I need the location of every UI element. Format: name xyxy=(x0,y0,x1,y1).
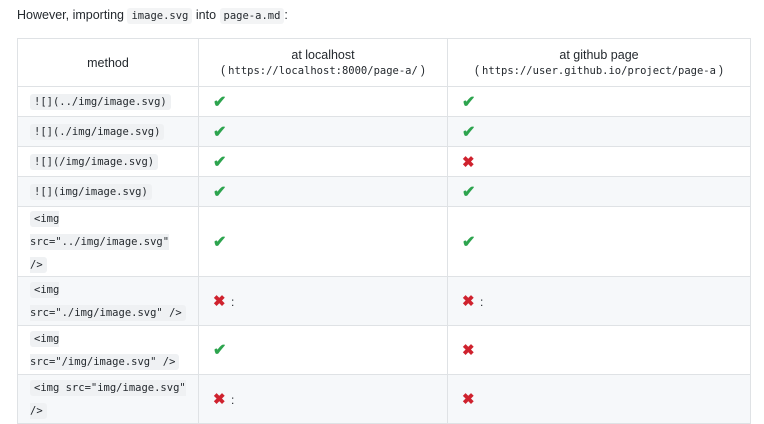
heavy-multiplication-x-icon: ✖ xyxy=(213,391,226,408)
result-cell-localhost: ✖: xyxy=(198,374,448,424)
method-code: <img src="/img/image.svg" /> xyxy=(30,331,180,370)
results-table: method at localhost ( https://localhost:… xyxy=(17,38,751,424)
inline-code-image-svg: image.svg xyxy=(127,8,193,24)
heavy-check-mark-icon: ✔ xyxy=(462,93,476,111)
table-row: <img src="/img/image.svg" /> ✔ ✖ xyxy=(17,325,751,375)
method-cell: <img src="./img/image.svg" /> xyxy=(17,276,199,326)
result-cell-localhost: ✔ xyxy=(198,176,448,207)
intro-prefix: However, importing xyxy=(17,8,124,22)
heavy-check-mark-icon: ✔ xyxy=(462,123,476,141)
table-row: <img src="../img/image.svg" /> ✔ ✔ xyxy=(17,206,751,277)
heavy-check-mark-icon: ✔ xyxy=(213,342,227,359)
result-cell-github: ✖: xyxy=(447,276,751,326)
table-row: ![](/img/image.svg) ✔ ✖ xyxy=(17,146,751,177)
method-cell: ![](/img/image.svg) xyxy=(17,146,199,177)
result-note: : xyxy=(231,393,235,407)
table-header-row: method at localhost ( https://localhost:… xyxy=(17,38,751,87)
result-cell-localhost: ✖: xyxy=(198,276,448,326)
result-note: : xyxy=(480,295,484,309)
method-cell: ![](./img/image.svg) xyxy=(17,116,199,147)
method-code: ![](/img/image.svg) xyxy=(30,154,159,170)
header-localhost: at localhost ( https://localhost:8000/pa… xyxy=(198,38,448,87)
heavy-check-mark-icon: ✔ xyxy=(462,183,476,201)
result-cell-localhost: ✔ xyxy=(198,325,448,375)
result-cell-github: ✖ xyxy=(447,325,751,375)
header-github-url-line: ( https://user.github.io/project/page-a … xyxy=(460,65,738,77)
method-cell: ![](img/image.svg) xyxy=(17,176,199,207)
table-row: <img src="img/image.svg" /> ✖: ✖ xyxy=(17,374,751,424)
header-method-label: method xyxy=(87,55,129,70)
result-note: : xyxy=(231,295,235,309)
result-cell-localhost: ✔ xyxy=(198,86,448,117)
heavy-multiplication-x-icon: ✖ xyxy=(462,153,475,171)
result-cell-github: ✖ xyxy=(447,146,751,177)
paren-close: ) xyxy=(417,65,425,77)
table-row: ![](../img/image.svg) ✔ ✔ xyxy=(17,86,751,117)
method-code: <img src="./img/image.svg" /> xyxy=(30,282,186,321)
result-cell-github: ✔ xyxy=(447,86,751,117)
header-localhost-url: https://localhost:8000/page-a/ xyxy=(228,65,418,77)
result-cell-github: ✔ xyxy=(447,116,751,147)
method-cell: <img src="img/image.svg" /> xyxy=(17,374,199,424)
result-cell-github: ✔ xyxy=(447,206,751,277)
header-github-label: at github page xyxy=(559,48,639,62)
header-localhost-label: at localhost xyxy=(291,48,355,62)
heavy-check-mark-icon: ✔ xyxy=(213,123,227,141)
heavy-check-mark-icon: ✔ xyxy=(213,93,227,111)
heavy-check-mark-icon: ✔ xyxy=(213,183,227,201)
result-cell-github: ✖ xyxy=(447,374,751,424)
heavy-multiplication-x-icon: ✖ xyxy=(462,293,475,310)
intro-middle: into xyxy=(195,8,217,22)
result-cell-localhost: ✔ xyxy=(198,146,448,177)
heavy-check-mark-icon: ✔ xyxy=(213,153,227,171)
heavy-multiplication-x-icon: ✖ xyxy=(462,391,475,408)
table-row: <img src="./img/image.svg" /> ✖: ✖: xyxy=(17,276,751,326)
header-github: at github page ( https://user.github.io/… xyxy=(447,38,751,87)
heavy-check-mark-icon: ✔ xyxy=(213,233,227,251)
method-code: ![](./img/image.svg) xyxy=(30,124,165,140)
table-row: ![](img/image.svg) ✔ ✔ xyxy=(17,176,751,207)
method-code: ![](img/image.svg) xyxy=(30,184,152,200)
result-cell-github: ✔ xyxy=(447,176,751,207)
heavy-multiplication-x-icon: ✖ xyxy=(462,342,475,359)
intro-paragraph: However, importing image.svg into page-a… xyxy=(17,6,288,25)
result-cell-localhost: ✔ xyxy=(198,206,448,277)
method-cell: <img src="../img/image.svg" /> xyxy=(17,206,199,277)
method-code: <img src="../img/image.svg" /> xyxy=(30,211,170,273)
heavy-multiplication-x-icon: ✖ xyxy=(213,293,226,310)
header-localhost-url-line: ( https://localhost:8000/page-a/ ) xyxy=(211,65,435,77)
result-cell-localhost: ✔ xyxy=(198,116,448,147)
intro-suffix: : xyxy=(284,8,288,22)
method-cell: <img src="/img/image.svg" /> xyxy=(17,325,199,375)
table-row: ![](./img/image.svg) ✔ ✔ xyxy=(17,116,751,147)
header-github-url: https://user.github.io/project/page-a xyxy=(482,65,716,77)
heavy-check-mark-icon: ✔ xyxy=(462,233,476,251)
method-code: ![](../img/image.svg) xyxy=(30,94,171,110)
paren-close: ) xyxy=(715,65,723,77)
method-cell: ![](../img/image.svg) xyxy=(17,86,199,117)
method-code: <img src="img/image.svg" /> xyxy=(30,380,186,419)
inline-code-page-a-md: page-a.md xyxy=(219,8,285,24)
paren-open: ( xyxy=(475,65,483,77)
header-method: method xyxy=(17,38,199,87)
